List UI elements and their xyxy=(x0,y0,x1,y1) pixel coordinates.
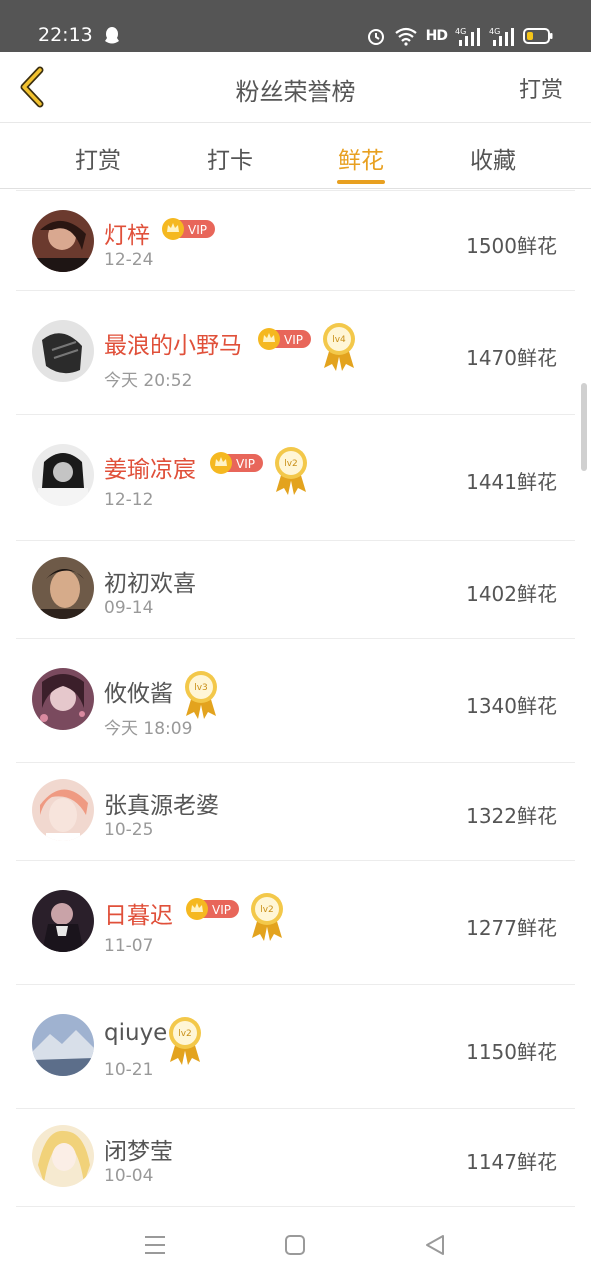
tab-reward[interactable]: 打赏 xyxy=(38,141,158,175)
date-label: 今天 20:52 xyxy=(104,371,193,391)
vip-label: VIP xyxy=(188,223,207,237)
tab-bar: 打赏 打卡 鲜花 收藏 xyxy=(0,123,591,189)
vip-badge: VIP xyxy=(210,452,263,474)
list-item[interactable]: 张真源老婆 10-25 1322鲜花 xyxy=(16,762,575,861)
battery-icon xyxy=(523,28,553,44)
status-icons: HD 4G 4G xyxy=(366,26,553,46)
flower-count: 1340鲜花 xyxy=(466,694,557,718)
avatar xyxy=(32,1014,94,1076)
list-item[interactable]: 攸攸酱 lv3 今天 18:09 1340鲜花 xyxy=(16,638,575,763)
date-label: 11-07 xyxy=(104,936,154,956)
alarm-icon xyxy=(367,29,384,45)
vip-label: VIP xyxy=(236,457,255,471)
vip-label: VIP xyxy=(212,903,231,917)
date-label: 12-24 xyxy=(104,250,154,270)
user-name: 最浪的小野马 xyxy=(104,333,242,359)
vip-badge: VIP xyxy=(186,898,239,920)
user-name: 初初欢喜 xyxy=(104,571,196,597)
avatar xyxy=(32,444,94,506)
avatar xyxy=(32,557,94,619)
level-label: lv2 xyxy=(260,905,274,915)
app-header: 粉丝荣誉榜 打赏 xyxy=(0,52,591,123)
level-label: lv4 xyxy=(332,335,346,345)
level-medal-icon: lv2 xyxy=(169,1017,201,1065)
ranking-list: 灯梓 VIP 12-24 1500鲜花 最浪的小野马 VIP lv4 今天 20… xyxy=(16,190,575,1208)
list-item[interactable]: 日暮迟 VIP lv2 11-07 1277鲜花 xyxy=(16,860,575,985)
svg-text:4G: 4G xyxy=(455,27,466,36)
wifi-icon xyxy=(394,27,417,46)
list-item[interactable]: 灯梓 VIP 12-24 1500鲜花 xyxy=(16,190,575,291)
flower-count: 1500鲜花 xyxy=(466,234,557,258)
flower-count: 1470鲜花 xyxy=(466,346,557,370)
list-item[interactable]: 初初欢喜 09-14 1402鲜花 xyxy=(16,540,575,639)
user-name: 灯梓 xyxy=(104,223,150,249)
scrollbar[interactable] xyxy=(581,383,587,471)
flower-count: 1402鲜花 xyxy=(466,582,557,606)
level-label: lv2 xyxy=(178,1029,192,1039)
status-time: 22:13 xyxy=(38,24,93,46)
level-label: lv3 xyxy=(194,683,208,693)
flower-count: 1147鲜花 xyxy=(466,1150,557,1174)
user-name: 闭梦莹 xyxy=(104,1139,173,1165)
avatar xyxy=(32,779,94,841)
level-label: lv2 xyxy=(284,459,298,469)
tab-checkin[interactable]: 打卡 xyxy=(170,141,290,175)
user-name: 姜瑜凉宸 xyxy=(104,457,196,483)
tab-favorites[interactable]: 收藏 xyxy=(433,141,553,175)
page-title: 粉丝荣誉榜 xyxy=(235,78,356,106)
flower-count: 1277鲜花 xyxy=(466,916,557,940)
level-medal-icon: lv2 xyxy=(251,893,283,941)
vip-badge: VIP xyxy=(258,328,311,350)
signal-4g-icon: 4G xyxy=(489,27,514,46)
list-item[interactable]: 姜瑜凉宸 VIP lv2 12-12 1441鲜花 xyxy=(16,414,575,541)
avatar xyxy=(32,1125,94,1187)
level-medal-icon: lv3 xyxy=(185,671,217,719)
menu-icon[interactable] xyxy=(142,1232,168,1258)
date-label: 12-12 xyxy=(104,490,154,510)
status-bar: 22:13 HD 4G 4G xyxy=(0,0,591,52)
avatar xyxy=(32,320,94,382)
level-medal-icon: lv4 xyxy=(323,323,355,371)
hd-label: HD xyxy=(425,28,448,44)
back-icon[interactable] xyxy=(422,1232,448,1258)
level-medal-icon: lv2 xyxy=(275,447,307,495)
flower-count: 1441鲜花 xyxy=(466,470,557,494)
qq-icon xyxy=(105,27,119,44)
list-item[interactable]: 闭梦莹 10-04 1147鲜花 xyxy=(16,1108,575,1207)
tab-flowers[interactable]: 鲜花 xyxy=(301,141,421,175)
flower-count: 1322鲜花 xyxy=(466,804,557,828)
list-item[interactable]: 最浪的小野马 VIP lv4 今天 20:52 1470鲜花 xyxy=(16,290,575,415)
date-label: 10-04 xyxy=(104,1166,154,1186)
reward-button[interactable]: 打赏 xyxy=(519,72,563,104)
date-label: 09-14 xyxy=(104,598,154,618)
flower-count: 1150鲜花 xyxy=(466,1040,557,1064)
avatar xyxy=(32,210,94,272)
home-icon[interactable] xyxy=(282,1232,308,1258)
date-label: 今天 18:09 xyxy=(104,719,193,739)
user-name: 日暮迟 xyxy=(104,903,173,929)
svg-text:4G: 4G xyxy=(489,27,500,36)
system-nav-bar xyxy=(0,1210,591,1280)
user-name: 攸攸酱 xyxy=(104,681,173,707)
vip-badge: VIP xyxy=(162,218,215,240)
list-item[interactable]: qiuye lv2 10-21 1150鲜花 xyxy=(16,984,575,1109)
tab-indicator xyxy=(337,180,385,184)
date-label: 10-21 xyxy=(104,1060,154,1080)
avatar xyxy=(32,890,94,952)
date-label: 10-25 xyxy=(104,820,154,840)
user-name: 张真源老婆 xyxy=(104,793,219,819)
user-name: qiuye xyxy=(104,1020,168,1046)
vip-label: VIP xyxy=(284,333,303,347)
signal-4g-icon: 4G xyxy=(455,27,480,46)
avatar xyxy=(32,668,94,730)
